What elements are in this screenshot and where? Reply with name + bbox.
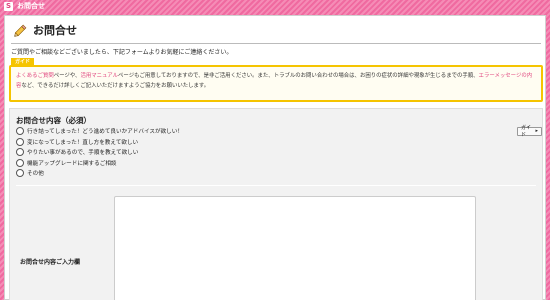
guide-text: など、できるだけ詳しくご記入いただけますようご協力をお願いいたします。 xyxy=(21,83,210,89)
topbar: S お問合せ xyxy=(0,0,550,12)
radio-option[interactable]: 機能アップグレードに関するご相談 xyxy=(16,158,183,169)
radio-option[interactable]: 行き詰ってしまった！どう進めて良いかアドバイスが欲しい！ xyxy=(16,126,183,137)
form-heading: お問合せ内容（必須） xyxy=(16,116,91,125)
radio-label: 行き詰ってしまった！どう進めて良いかアドバイスが欲しい！ xyxy=(27,129,183,136)
radio-button[interactable] xyxy=(16,148,24,157)
faq-link[interactable]: よくあるご質問 xyxy=(16,73,54,79)
intro-text: ご質問やご相談などございましたら、下記フォームよりお気軽にご連絡ください。 xyxy=(11,49,233,56)
textarea-label: お問合せ内容ご入力欄 xyxy=(20,259,81,266)
radio-label: やりたい事があるので、手順を教えて欲しい xyxy=(27,150,139,157)
guide-text: ページもご用意しておりますので、是非ご活用ください。また、トラブルのお問い合わせ… xyxy=(118,73,479,79)
radio-label: 変になってしまった！直し方を教えて欲しい xyxy=(27,139,139,146)
radio-label: 機能アップグレードに関するご相談 xyxy=(27,160,117,167)
page-icon: S xyxy=(4,1,13,11)
inquiry-form: お問合せ内容（必須） 行き詰ってしまった！どう進めて良いかアドバイスが欲しい！ … xyxy=(9,108,543,300)
topbar-title: お問合せ xyxy=(17,2,45,10)
guide-button[interactable]: ガイド ▸ xyxy=(517,124,542,138)
radio-option[interactable]: 変になってしまった！直し方を教えて欲しい xyxy=(16,137,183,148)
radio-button[interactable] xyxy=(16,137,24,146)
radio-button[interactable] xyxy=(16,169,24,178)
guide-text: ページや、 xyxy=(53,73,81,79)
pencil-icon xyxy=(14,24,27,37)
guide-button-label: ガイド xyxy=(521,124,532,138)
inquiry-textarea[interactable] xyxy=(114,196,476,300)
radio-option[interactable]: やりたい事があるので、手順を教えて欲しい xyxy=(16,147,183,158)
manual-link[interactable]: 活用マニュアル xyxy=(80,73,118,79)
content-panel: お問合せ ご質問やご相談などございましたら、下記フォームよりお気軽にご連絡くださ… xyxy=(4,15,546,300)
arrow-right-icon: ▸ xyxy=(535,128,538,134)
page-header: お問合せ xyxy=(13,22,77,38)
radio-button[interactable] xyxy=(16,127,24,136)
page-title: お問合せ xyxy=(33,24,77,37)
radio-label: その他 xyxy=(27,171,44,178)
inquiry-type-options: 行き詰ってしまった！どう進めて良いかアドバイスが欲しい！ 変になってしまった！直… xyxy=(16,126,183,179)
radio-option[interactable]: その他 xyxy=(16,168,183,179)
form-divider xyxy=(16,185,536,186)
guide-box: よくあるご質問ページや、活用マニュアルページもご用意しておりますので、是非ご活用… xyxy=(9,65,543,102)
title-divider xyxy=(11,43,541,44)
radio-button[interactable] xyxy=(16,158,24,167)
